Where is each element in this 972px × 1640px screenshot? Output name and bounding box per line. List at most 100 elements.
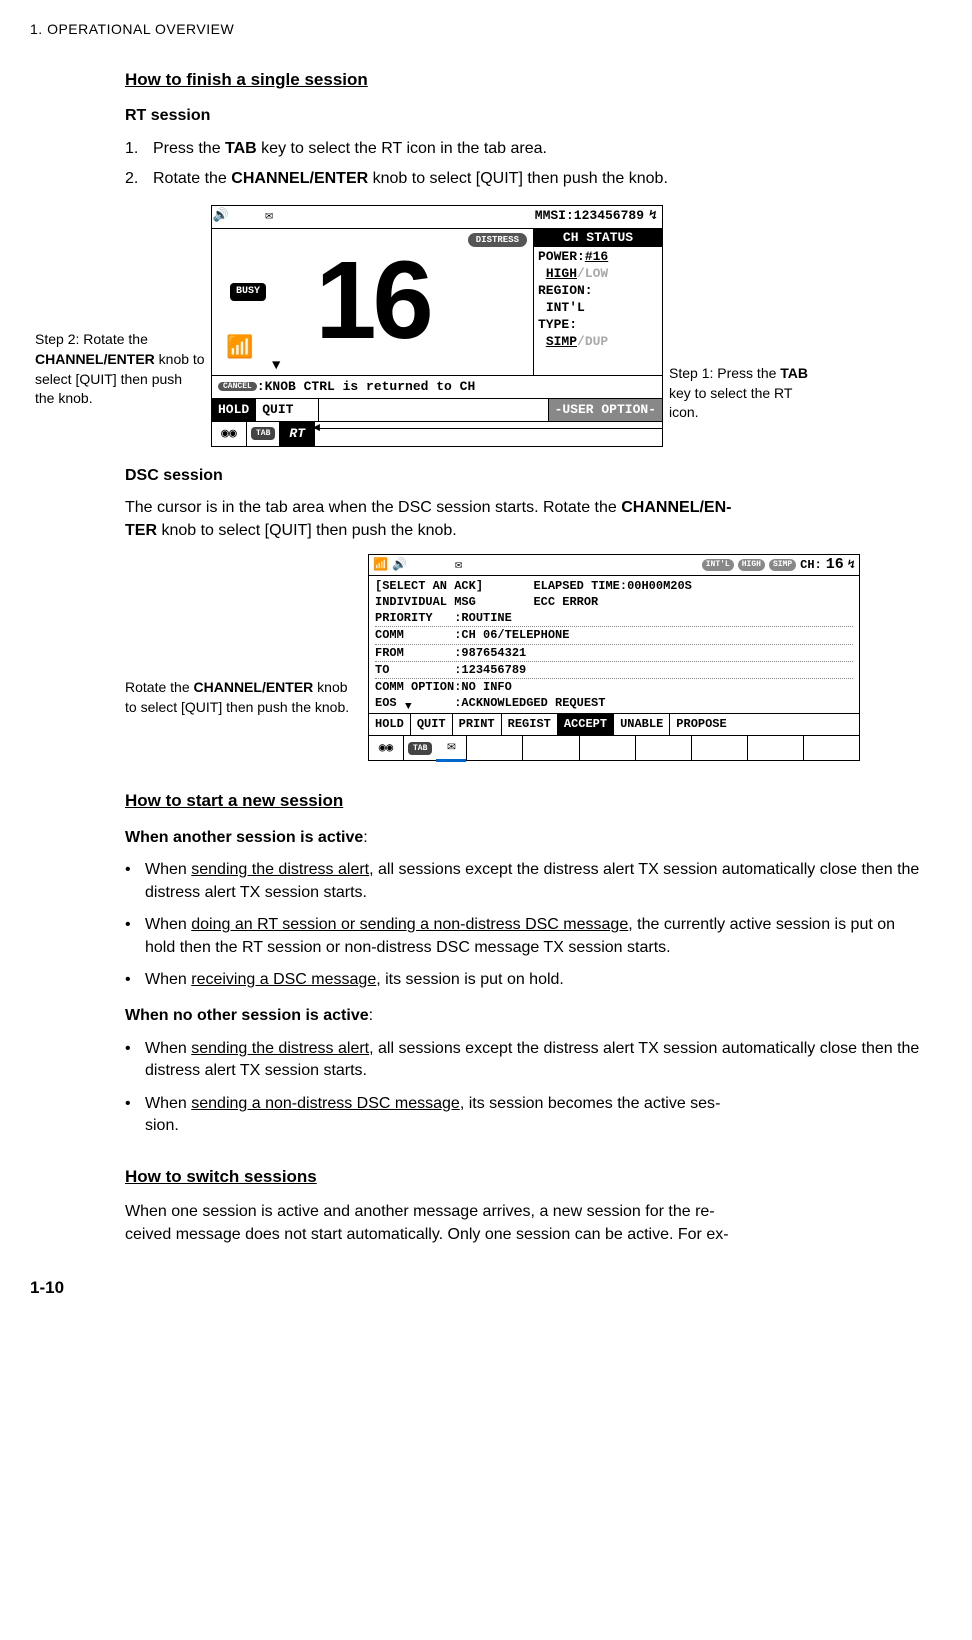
- t: ECC ERROR: [533, 595, 598, 609]
- cancel-badge: CANCEL: [218, 382, 257, 391]
- t: The cursor is in the tab area when the D…: [125, 499, 621, 516]
- t: TAB: [780, 365, 808, 381]
- list-item: When sending the distress alert, all ses…: [145, 859, 922, 904]
- antenna-icon: ↯: [644, 207, 662, 225]
- t: PRIORITY :ROUTINE: [375, 610, 853, 627]
- t: COMM OPTION:NO INFO: [375, 679, 853, 695]
- t: key to select the RT icon.: [669, 385, 792, 421]
- fig2-button-row: HOLD QUIT PRINT REGIST ACCEPT UNABLE PRO…: [369, 713, 859, 735]
- figure-dsc-session: Rotate the CHANNEL/ENTER knob to select …: [125, 554, 922, 761]
- tab-badge: TAB: [408, 742, 432, 755]
- ch-label: CH:: [800, 557, 822, 574]
- mail-icon: ✉: [455, 557, 462, 574]
- t: /DUP: [577, 334, 608, 349]
- bullets-no-other-active: • When sending the distress alert, all s…: [125, 1038, 922, 1138]
- print-button: PRINT: [453, 714, 502, 735]
- page-number: 1-10: [30, 1276, 942, 1300]
- t: SIMP: [546, 334, 577, 349]
- t: CHANNEL/ENTER: [194, 679, 314, 695]
- subhead-rt-session: RT session: [125, 105, 922, 127]
- simp-badge: SIMP: [769, 559, 796, 570]
- t: TO :123456789: [375, 662, 853, 679]
- t: [SELECT AN ACK]: [375, 579, 483, 593]
- ch-status-panel: CH STATUS POWER:#16 HIGH/LOW REGION: INT…: [533, 229, 662, 375]
- hold-button: HOLD: [212, 399, 256, 421]
- heading-finish-session: How to finish a single session: [125, 68, 922, 92]
- fig2-status-bar: 📶 🔊 ✉ INT'L HIGH SIMP CH:16 ↯: [369, 555, 859, 576]
- t: ELAPSED TIME:00H00M20S: [533, 579, 691, 593]
- indicator-icons: ◉◉: [369, 736, 404, 760]
- unable-button: UNABLE: [614, 714, 670, 735]
- list-item: When receiving a DSC message, its sessio…: [145, 969, 922, 991]
- heading-switch-sessions: How to switch sessions: [125, 1165, 922, 1189]
- fig2-lcd-screen: 📶 🔊 ✉ INT'L HIGH SIMP CH:16 ↯ [SELECT AN…: [368, 554, 860, 761]
- t: TAB: [225, 140, 257, 157]
- t: INT'L: [546, 300, 585, 315]
- propose-button: PROPOSE: [670, 714, 732, 735]
- page-header: 1. OPERATIONAL OVERVIEW: [30, 20, 942, 40]
- t: INDIVIDUAL MSG: [375, 595, 476, 609]
- channel-number: 16: [315, 249, 429, 354]
- t: Rotate the: [153, 170, 231, 187]
- distress-badge: DISTRESS: [468, 233, 527, 248]
- fig1-status-bar: 🔊 ✉ MMSI:123456789 ↯: [212, 206, 662, 229]
- signal-icon: 📶: [226, 334, 253, 365]
- ch-status-header: CH STATUS: [534, 229, 662, 248]
- mmsi-label: MMSI:123456789: [535, 207, 644, 225]
- subhead-dsc-session: DSC session: [125, 465, 922, 487]
- list-item: When doing an RT session or sending a no…: [145, 914, 922, 959]
- t: TER: [125, 522, 157, 539]
- t: REGION:: [538, 283, 658, 300]
- mail-icon: ✉: [260, 207, 278, 225]
- heading-start-session: How to start a new session: [125, 789, 922, 813]
- rt-steps-list: 1. Press the TAB key to select the RT ic…: [125, 138, 922, 191]
- intl-badge: INT'L: [702, 559, 734, 570]
- fig1-right-caption: Step 1: Press the TAB key to select the …: [669, 364, 809, 447]
- busy-badge: BUSY: [230, 283, 266, 301]
- t: knob to select [QUIT] then push the knob…: [368, 170, 668, 187]
- subhead-no-other-active: When no other session is active:: [125, 1005, 922, 1027]
- tab-badge: TAB: [251, 427, 275, 440]
- t: Step 2: Rotate the: [35, 331, 148, 347]
- t: #16: [585, 249, 608, 264]
- speaker-icon: 🔊: [392, 557, 407, 574]
- t: FROM :987654321: [375, 645, 853, 662]
- list-item: When sending the distress alert, all ses…: [145, 1038, 922, 1083]
- t: /LOW: [577, 266, 608, 281]
- quit-button: QUIT: [256, 399, 319, 421]
- accept-button: ACCEPT: [558, 714, 614, 735]
- fig1-tab-row: ◉◉ TAB RT: [212, 421, 662, 446]
- step-number: 1.: [125, 138, 153, 160]
- fig2-message-body: [SELECT AN ACK] ELAPSED TIME:00H00M20S I…: [369, 576, 859, 714]
- ch-value: 16: [826, 554, 844, 575]
- t: CHANNEL/ENTER: [231, 170, 368, 187]
- t: CHANNEL/ENTER: [35, 351, 155, 367]
- dsc-paragraph: The cursor is in the tab area when the D…: [125, 497, 922, 542]
- arrow-left-icon: [315, 428, 662, 429]
- t: Press the: [153, 140, 225, 157]
- indicator-icons: ◉◉: [212, 422, 247, 446]
- speaker-icon: 🔊: [212, 207, 230, 225]
- antenna-icon: ↯: [848, 557, 855, 574]
- user-option-button: -USER OPTION-: [549, 399, 662, 421]
- figure-rt-session: Step 2: Rotate the CHANNEL/ENTER knob to…: [35, 205, 922, 447]
- t: EOS :ACKNOWLEDGED REQUEST: [375, 695, 853, 711]
- t: key to select the RT icon in the tab are…: [257, 140, 547, 157]
- switch-paragraph: When one session is active and another m…: [125, 1201, 922, 1246]
- t: Step 1: Press the: [669, 365, 776, 381]
- t: knob to select [QUIT] then push the knob…: [157, 522, 457, 539]
- step-text: Rotate the CHANNEL/ENTER knob to select …: [153, 168, 922, 190]
- envelope-tab: ✉: [436, 736, 467, 760]
- fig1-info-row: CANCEL:KNOB CTRL is returned to CH: [212, 375, 662, 398]
- t: Rotate the: [125, 679, 194, 695]
- arrow-down-icon: ▼: [272, 357, 280, 377]
- hold-button: HOLD: [369, 714, 411, 735]
- signal-icon: 📶: [373, 557, 388, 574]
- list-item: When sending a non-distress DSC message,…: [145, 1093, 922, 1138]
- rt-tab: RT: [279, 422, 315, 446]
- fig1-left-caption: Step 2: Rotate the CHANNEL/ENTER knob to…: [35, 242, 205, 408]
- t: POWER:: [538, 249, 585, 264]
- t: COMM :CH 06/TELEPHONE: [375, 627, 853, 644]
- channel-display: DISTRESS BUSY 16 📶 ▼: [212, 229, 533, 375]
- fig2-left-caption: Rotate the CHANNEL/ENTER knob to select …: [125, 598, 360, 717]
